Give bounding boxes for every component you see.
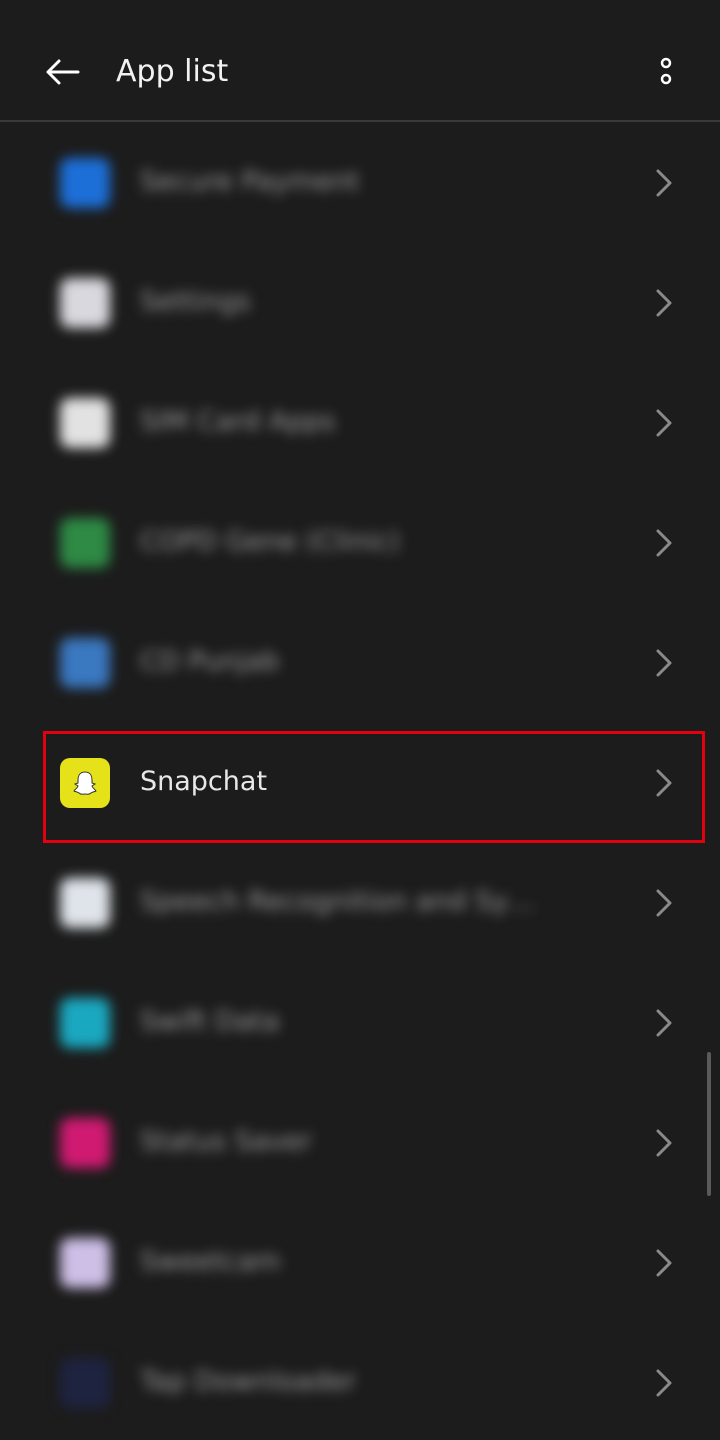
app-label: Swift Data: [140, 1006, 280, 1037]
list-item[interactable]: Secure Payment: [0, 124, 720, 244]
more-options-button[interactable]: [648, 50, 684, 94]
list-item[interactable]: CD Punjab: [0, 604, 720, 724]
app-label: CD Punjab: [140, 646, 280, 677]
list-item[interactable]: SIM Card Apps: [0, 364, 720, 484]
app-label: SIM Card Apps: [140, 406, 336, 437]
app-icon: [60, 638, 110, 688]
chevron-right-icon: [656, 769, 672, 797]
list-item[interactable]: Sweetcam: [0, 1204, 720, 1324]
back-button[interactable]: [40, 50, 84, 94]
scrollbar[interactable]: [707, 1052, 711, 1196]
chevron-right-icon: [656, 1009, 672, 1037]
app-icon: [60, 518, 110, 568]
app-icon: [60, 878, 110, 928]
chevron-right-icon: [656, 409, 672, 437]
app-icon: [60, 158, 110, 208]
list-item[interactable]: Speech Recognition and Synthe...: [0, 844, 720, 964]
list-item[interactable]: Status Saver: [0, 1084, 720, 1204]
app-list: Secure Payment Settings SIM Card Apps COPD …: [0, 124, 720, 1440]
app-label: Speech Recognition and Synthe...: [140, 886, 550, 917]
list-item[interactable]: Snapchat: [0, 724, 720, 844]
chevron-right-icon: [656, 289, 672, 317]
app-label: Snapchat: [140, 766, 268, 797]
list-item[interactable]: Settings: [0, 244, 720, 364]
app-icon: [60, 998, 110, 1048]
app-icon: [60, 1118, 110, 1168]
arrow-left-icon: [46, 59, 80, 85]
page-title: App list: [116, 54, 229, 89]
more-vertical-icon: [660, 57, 672, 85]
chevron-right-icon: [656, 1369, 672, 1397]
app-icon: [60, 278, 110, 328]
chevron-right-icon: [656, 169, 672, 197]
app-label: Settings: [140, 286, 251, 317]
app-label: Sweetcam: [140, 1246, 281, 1277]
list-item[interactable]: Swift Data: [0, 964, 720, 1084]
app-bar: App list: [0, 0, 720, 122]
app-label: Tap Downloader: [140, 1366, 357, 1397]
app-label: Status Saver: [140, 1126, 312, 1157]
chevron-right-icon: [656, 1129, 672, 1157]
app-label: COPD Gene (Clinic): [140, 526, 400, 557]
app-icon: [60, 1238, 110, 1288]
list-item[interactable]: COPD Gene (Clinic): [0, 484, 720, 604]
app-icon: [60, 398, 110, 448]
app-icon: [60, 1358, 110, 1408]
snapchat-ghost-icon: [60, 758, 110, 808]
list-item[interactable]: Tap Downloader: [0, 1324, 720, 1440]
chevron-right-icon: [656, 649, 672, 677]
chevron-right-icon: [656, 529, 672, 557]
chevron-right-icon: [656, 1249, 672, 1277]
chevron-right-icon: [656, 889, 672, 917]
app-label: Secure Payment: [140, 166, 360, 197]
